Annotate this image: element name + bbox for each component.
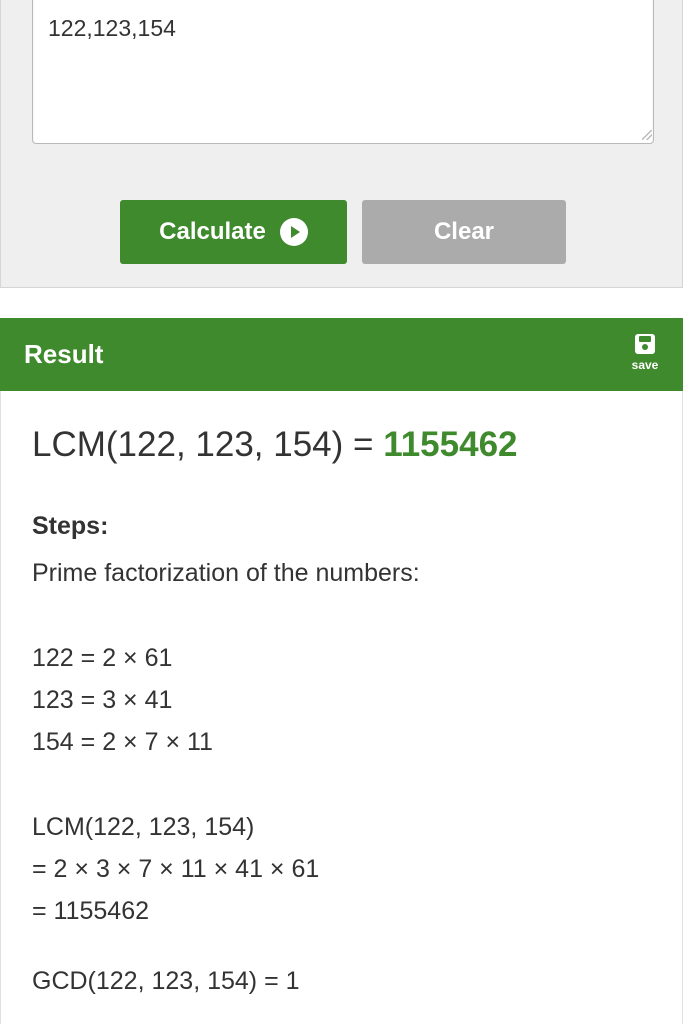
- numbers-input[interactable]: 122,123,154: [32, 0, 654, 144]
- calculate-button[interactable]: Calculate: [120, 200, 347, 264]
- lcm-step-line: = 2 × 3 × 7 × 11 × 41 × 61: [32, 855, 320, 883]
- lcm-summary: LCM(122, 123, 154) = 1155462: [32, 425, 518, 465]
- lcm-summary-value: 1155462: [383, 425, 518, 464]
- gcd-line: GCD(122, 123, 154) = 1: [32, 967, 300, 995]
- input-panel: 122,123,154 Calculate Clear: [0, 0, 683, 288]
- steps-heading: Steps:: [32, 512, 109, 540]
- factorization-line: 123 = 3 × 41: [32, 686, 173, 714]
- lcm-summary-expression: LCM(122, 123, 154) =: [32, 425, 384, 464]
- lcm-step-line: LCM(122, 123, 154): [32, 813, 255, 841]
- lcm-step-line: = 1155462: [32, 897, 150, 925]
- resize-grip[interactable]: [642, 130, 652, 140]
- calculate-button-label: Calculate: [159, 218, 266, 245]
- result-body: LCM(122, 123, 154) = 1155462 Steps: Prim…: [0, 391, 683, 1024]
- factorization-line: 154 = 2 × 7 × 11: [32, 728, 213, 756]
- factorization-heading: Prime factorization of the numbers:: [32, 559, 420, 587]
- save-label: save: [631, 358, 659, 372]
- result-header: Result save: [0, 318, 683, 391]
- factorization-line: 122 = 2 × 61: [32, 644, 173, 672]
- save-button[interactable]: save: [622, 334, 668, 380]
- clear-button-label: Clear: [433, 218, 495, 245]
- floppy-disk-icon: [635, 334, 655, 354]
- play-circle-icon: [279, 218, 308, 246]
- clear-button[interactable]: Clear: [362, 200, 566, 264]
- result-title: Result: [24, 339, 104, 369]
